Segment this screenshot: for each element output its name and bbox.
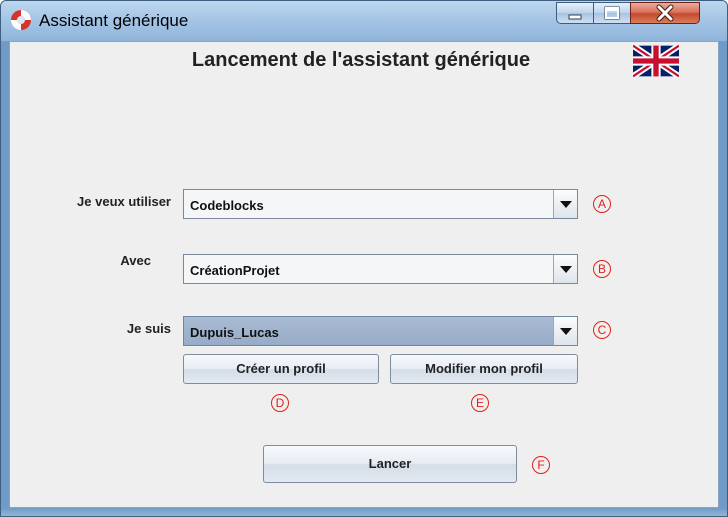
marker-a: A <box>593 195 611 213</box>
tool-select-value: Codeblocks <box>190 198 264 213</box>
maximize-button[interactable] <box>593 2 631 24</box>
title-bar[interactable]: Assistant générique <box>1 1 727 41</box>
marker-d: D <box>271 394 289 412</box>
chevron-down-icon[interactable] <box>553 190 577 218</box>
with-label: Avec <box>120 253 151 268</box>
page-title: Lancement de l'assistant générique <box>191 49 531 71</box>
window-bottom-border <box>1 508 727 516</box>
minimize-icon <box>568 14 582 20</box>
marker-b: B <box>593 260 611 278</box>
marker-c: C <box>593 321 611 339</box>
lifebuoy-icon <box>11 10 31 30</box>
chevron-down-icon[interactable] <box>553 255 577 283</box>
marker-f: F <box>532 456 550 474</box>
uk-flag-icon[interactable] <box>633 44 679 78</box>
create-profile-button[interactable]: Créer un profil <box>183 354 379 384</box>
edit-profile-button[interactable]: Modifier mon profil <box>390 354 578 384</box>
chevron-down-icon[interactable] <box>553 317 577 345</box>
action-select[interactable]: CréationProjet <box>183 254 578 284</box>
close-icon <box>656 4 674 22</box>
app-window: Assistant générique Lancement de l'assis… <box>0 0 728 517</box>
close-button[interactable] <box>630 2 700 24</box>
action-select-value: CréationProjet <box>190 263 280 278</box>
marker-e: E <box>471 394 489 412</box>
tool-label: Je veux utiliser <box>77 194 171 209</box>
minimize-button[interactable] <box>556 2 594 24</box>
user-label: Je suis <box>126 321 171 336</box>
user-select[interactable]: Dupuis_Lucas <box>183 316 578 346</box>
user-select-value: Dupuis_Lucas <box>190 325 279 340</box>
tool-select[interactable]: Codeblocks <box>183 189 578 219</box>
maximize-icon <box>604 6 620 20</box>
launch-button[interactable]: Lancer <box>263 445 517 483</box>
window-title: Assistant générique <box>39 11 189 30</box>
